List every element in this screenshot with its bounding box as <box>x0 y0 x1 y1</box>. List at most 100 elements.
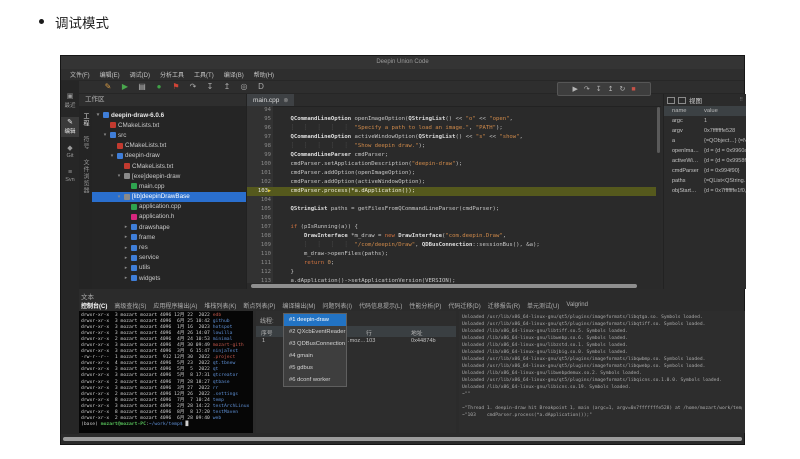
doc-icon[interactable]: D <box>256 83 266 91</box>
build-icon[interactable]: ● <box>154 83 164 91</box>
code-line-104[interactable] <box>273 196 656 205</box>
panel-window-icon[interactable] <box>667 96 675 104</box>
menu-item-3[interactable]: 分析工具 <box>155 70 189 79</box>
gutter-line-104[interactable]: 104 <box>247 196 273 205</box>
close-icon[interactable]: ⊗ <box>283 97 288 104</box>
code-line-111[interactable]: return 0; <box>273 259 656 268</box>
code-line-94[interactable] <box>273 106 656 115</box>
tree-row[interactable]: ▾ [lib]deepinDrawBase <box>92 191 246 202</box>
tree-row[interactable]: ▸ service <box>92 253 246 263</box>
scrollbar-thumb[interactable] <box>251 284 637 288</box>
rail-item-Svn[interactable]: ≡ Svn <box>61 167 79 185</box>
bottom-tab-代码迁移(D)[interactable]: 代码迁移(D) <box>448 301 480 310</box>
bottom-tab-编译输出(M)[interactable]: 编译输出(M) <box>282 301 315 310</box>
panel-split-icon[interactable] <box>678 96 686 104</box>
line-number-gutter[interactable]: 94 95 96 97 98 99 100 101 102 103▶ 104 105 106 107 108… <box>247 106 273 283</box>
tree-row[interactable]: CMakeLists.txt <box>92 120 246 130</box>
gutter-line-97[interactable]: 97 <box>247 133 273 142</box>
code-line-113[interactable]: a.dApplication()->setApplicationVersion(… <box>273 277 656 283</box>
code-line-107[interactable]: if (pIsRunning(a)) { <box>273 223 656 232</box>
tree-row[interactable]: ▾ deepin-draw <box>92 151 246 161</box>
variable-row[interactable]: cmdParser {d = 0x994f90} <box>664 166 746 176</box>
gutter-line-106[interactable]: 106 <box>247 214 273 223</box>
menu-item-5[interactable]: 编译(B) <box>219 70 249 79</box>
thread-item-#2 QXcbEventReader[interactable]: #2 QXcbEventReader <box>284 326 346 338</box>
step-into-icon[interactable]: ↧ <box>205 83 215 91</box>
bottom-tab-Valgrind[interactable]: Valgrind <box>566 302 588 308</box>
restart-icon[interactable]: ↻ <box>619 86 625 93</box>
tree-row[interactable]: CMakeLists.txt <box>92 161 246 171</box>
editor-body[interactable]: 94 95 96 97 98 99 100 101 102 103▶ 104 105 106 107 108… <box>247 106 656 283</box>
edit-pencil-icon[interactable]: ✎ <box>103 83 113 91</box>
code-line-103[interactable]: cmdParser.process(*a.dApplication()); <box>273 187 656 196</box>
variable-row[interactable]: paths {=QList<QString…> e… <box>664 176 746 186</box>
window-horizontal-scrollbar[interactable] <box>63 437 742 441</box>
bottom-tab-高级查找(S)[interactable]: 高级查找(S) <box>114 301 146 310</box>
editor-horizontal-scrollbar[interactable] <box>251 284 653 288</box>
step-over-icon[interactable]: ↷ <box>584 86 590 93</box>
tree-row[interactable]: ▸ res <box>92 242 246 252</box>
thread-item-#5 gdbus[interactable]: #5 gdbus <box>284 362 346 374</box>
thread-item-#1 deepin-draw[interactable]: #1 deepin-draw <box>284 314 346 326</box>
code-line-110[interactable]: m_draw->openFiles(paths); <box>273 250 656 259</box>
gutter-line-108[interactable]: 108 <box>247 232 273 241</box>
tree-row[interactable]: ▸ utils <box>92 263 246 273</box>
stop-icon[interactable]: ■ <box>631 86 635 93</box>
gutter-line-95[interactable]: 95 <box>247 115 273 124</box>
thread-item-#4 gmain[interactable]: #4 gmain <box>284 350 346 362</box>
code-line-101[interactable]: cmdParser.addOption(openImageOption); <box>273 169 656 178</box>
thread-item-#6 dconf worker[interactable]: #6 dconf worker <box>284 374 346 386</box>
settings-icon[interactable]: ◎ <box>239 83 249 91</box>
code-line-112[interactable]: } <box>273 268 656 277</box>
scrollbar-thumb[interactable] <box>63 437 742 441</box>
bottom-tab-问题列表(I)[interactable]: 问题列表(I) <box>322 301 352 310</box>
tree-row[interactable]: ▾ deepin-draw-6.0.6 <box>92 110 246 120</box>
code-line-99[interactable]: QCommandLineParser cmdParser; <box>273 151 656 160</box>
tree-row[interactable]: main.cpp <box>92 181 246 191</box>
bottom-tab-断点列表(P)[interactable]: 断点列表(P) <box>243 301 275 310</box>
workspace-tab-工程[interactable]: 工程 <box>81 113 90 127</box>
workspace-tab-符号[interactable]: 符号 <box>81 136 90 150</box>
window-titlebar[interactable]: Deepin Union Code <box>61 56 744 69</box>
step-into-icon[interactable]: ↧ <box>596 86 602 93</box>
variable-row[interactable]: argc 1 <box>664 116 746 126</box>
workspace-tab-文件浏览器[interactable]: 文件浏览器 <box>81 159 90 194</box>
gutter-line-112[interactable]: 112 <box>247 268 273 277</box>
code-line-97[interactable]: QCommandLineOption activeWindowOption(QS… <box>273 133 656 142</box>
rail-item-Git[interactable]: ◆ Git <box>61 143 79 161</box>
code-line-96[interactable]: ┆ ┆ ┆ ┆ ┆ "Specify a path to load an ima… <box>273 124 656 133</box>
code-line-100[interactable]: cmdParser.setApplicationDescription("dee… <box>273 160 656 169</box>
code-line-105[interactable]: QStringList paths = getFilesFromQCommand… <box>273 205 656 214</box>
editor-tab-main-cpp[interactable]: main.cpp ⊗ <box>247 94 295 106</box>
step-over-icon[interactable]: ↷ <box>188 83 198 91</box>
menu-item-1[interactable]: 编辑(E) <box>95 70 125 79</box>
rail-item-最近[interactable]: ▣ 最近 <box>61 91 79 111</box>
continue-icon[interactable]: ▶ <box>572 86 577 93</box>
gutter-line-107[interactable]: 107 <box>247 223 273 232</box>
gutter-line-105[interactable]: 105 <box>247 205 273 214</box>
open-file-icon[interactable]: ▤ <box>137 83 147 91</box>
bottom-tab-代码信息提示(L)[interactable]: 代码信息提示(L) <box>359 301 402 310</box>
gutter-line-94[interactable]: 94 <box>247 106 273 115</box>
step-out-icon[interactable]: ↥ <box>608 86 614 93</box>
code-line-102[interactable]: cmdParser.addOption(activeWindowOption); <box>273 178 656 187</box>
variable-row[interactable]: activeWi… {d = {d = 0x9958f0}} <box>664 156 746 166</box>
menu-item-2[interactable]: 调试(D) <box>125 70 155 79</box>
code-line-95[interactable]: QCommandLineOption openImageOption(QStri… <box>273 115 656 124</box>
bottom-tab-性能分析(P)[interactable]: 性能分析(P) <box>409 301 441 310</box>
variable-row[interactable]: argv 0x7fffffffe528 <box>664 126 746 136</box>
tree-row[interactable]: ▸ drawshape <box>92 222 246 232</box>
tree-row[interactable]: ▸ frame <box>92 232 246 242</box>
variable-row[interactable]: objStart… {d = 0x7fffffffe1f0, e… <box>664 186 746 196</box>
menu-item-0[interactable]: 文件(F) <box>65 70 95 79</box>
terminal-prompt[interactable]: (base) mozart@mozart-PC:~/work/temp$ █ <box>81 422 253 428</box>
code-line-98[interactable]: ┆ ┆ ┆ ┆ ┆ "Show deepin draw."); <box>273 142 656 151</box>
console-terminal[interactable]: drwxr-xr-x 3 mozart mozart 4096 12月 22 2… <box>79 311 253 433</box>
gutter-line-103[interactable]: 103▶ <box>247 187 273 196</box>
editor-vertical-scrollbar[interactable] <box>657 107 660 282</box>
bottom-tab-堆栈列表(K)[interactable]: 堆栈列表(K) <box>204 301 236 310</box>
variable-row[interactable]: openIma… {d = {d = 0x9960a0}} <box>664 146 746 156</box>
gutter-line-99[interactable]: 99 <box>247 151 273 160</box>
gutter-line-98[interactable]: 98 <box>247 142 273 151</box>
gutter-line-111[interactable]: 111 <box>247 259 273 268</box>
